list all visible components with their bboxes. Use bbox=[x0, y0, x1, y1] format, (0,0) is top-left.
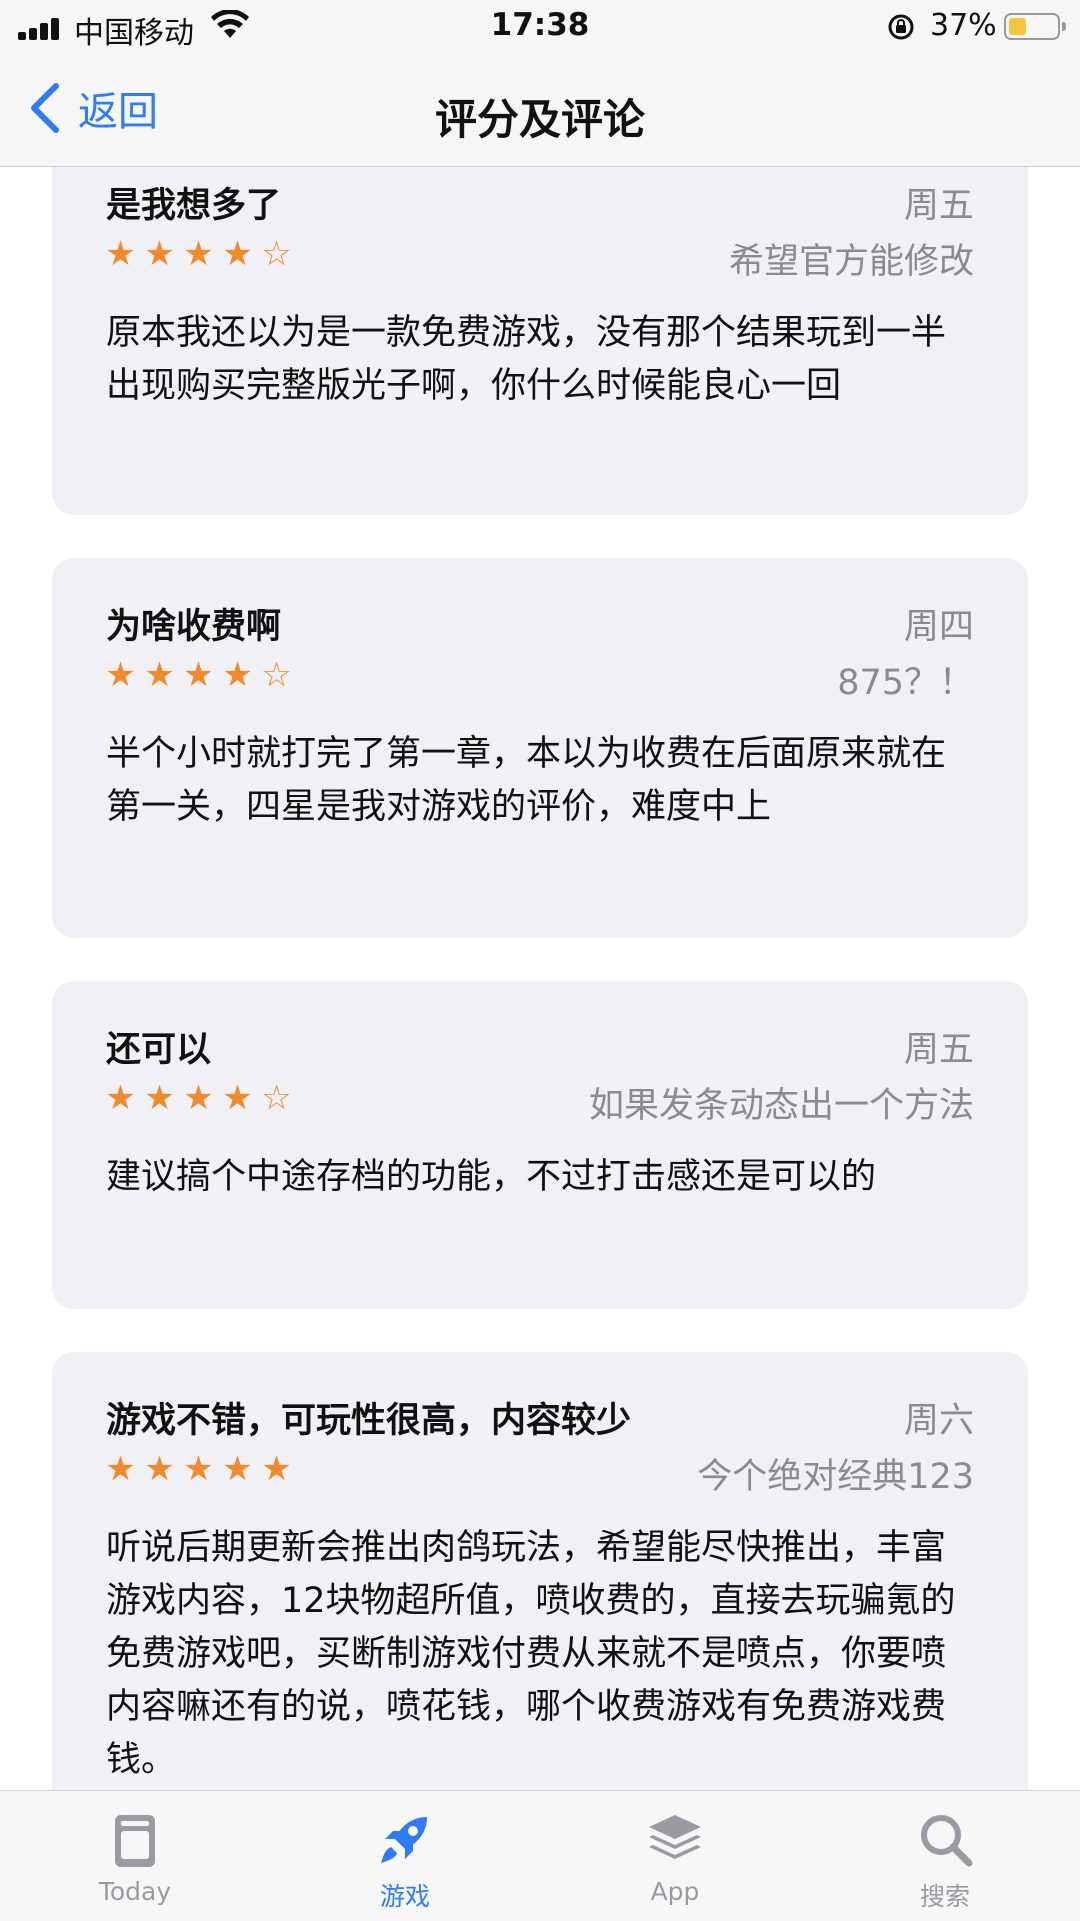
search-icon bbox=[921, 1815, 973, 1867]
star-filled-icon: ★ bbox=[183, 1449, 214, 1489]
star-filled-icon: ★ bbox=[183, 1078, 214, 1118]
tab-search[interactable]: 搜索 bbox=[810, 1791, 1080, 1921]
star-filled-icon: ★ bbox=[261, 1449, 292, 1489]
review-title: 是我想多了 bbox=[106, 186, 282, 226]
star-empty-icon: ☆ bbox=[261, 234, 292, 274]
star-rating: ★ ★ ★ ★ ★ bbox=[102, 1452, 295, 1486]
rocket-icon bbox=[381, 1817, 427, 1863]
today-icon bbox=[115, 1815, 155, 1867]
star-filled-icon: ★ bbox=[105, 234, 136, 274]
star-filled-icon: ★ bbox=[222, 1078, 253, 1118]
review-body: 听说后期更新会推出肉鸽玩法，希望能尽快推出，丰富游戏内容，12块物超所值，喷收费… bbox=[106, 1528, 956, 1780]
review-author: 如果发条动态出一个方法 bbox=[588, 1086, 974, 1126]
rotation-lock-icon bbox=[888, 14, 914, 40]
battery-icon bbox=[1004, 13, 1066, 40]
star-rating: ★ ★ ★ ★ ☆ bbox=[102, 658, 295, 692]
star-filled-icon: ★ bbox=[144, 234, 175, 274]
star-filled-icon: ★ bbox=[105, 1449, 136, 1489]
review-body: 建议搞个中途存档的功能，不过打击感还是可以的 bbox=[106, 1157, 877, 1197]
star-filled-icon: ★ bbox=[144, 655, 175, 695]
reviews-list[interactable]: 是我想多了 周五 ★ ★ ★ ★ ☆ 希望官方能修改 原本我还以为是一款免费游戏，没有那… bbox=[0, 167, 1080, 1790]
page-title: 评分及评论 bbox=[434, 95, 645, 144]
app-stack-icon bbox=[649, 1815, 701, 1859]
review-author: 875？！ bbox=[837, 663, 974, 703]
star-filled-icon: ★ bbox=[222, 234, 253, 274]
star-filled-icon: ★ bbox=[105, 655, 136, 695]
star-filled-icon: ★ bbox=[183, 655, 214, 695]
tab-games[interactable]: 游戏 bbox=[270, 1791, 540, 1921]
star-filled-icon: ★ bbox=[183, 234, 214, 274]
star-filled-icon: ★ bbox=[222, 655, 253, 695]
review-card[interactable]: 游戏不错，可玩性很高，内容较少 周六 ★ ★ ★ ★ ★ 今个绝对经典123 听说后期更… bbox=[52, 1352, 1028, 1790]
review-title: 还可以 bbox=[106, 1030, 212, 1070]
status-bar: 中国移动 17:38 37% bbox=[0, 0, 1080, 56]
review-date: 周五 bbox=[903, 1030, 974, 1070]
tab-label: 搜索 bbox=[919, 1882, 970, 1911]
star-empty-icon: ☆ bbox=[261, 1078, 292, 1118]
review-body: 半个小时就打完了第一章，本以为收费在后面原来就在第一关，四星是我对游戏的评价，难… bbox=[106, 734, 947, 827]
star-rating: ★ ★ ★ ★ ☆ bbox=[102, 1081, 295, 1115]
tab-label: 游戏 bbox=[379, 1882, 430, 1911]
tab-bar: Today 游戏 App 搜索 bbox=[0, 1790, 1080, 1921]
review-date: 周五 bbox=[903, 186, 974, 226]
clock: 17:38 bbox=[490, 7, 590, 43]
review-date: 周四 bbox=[903, 607, 974, 647]
review-date: 周六 bbox=[903, 1401, 974, 1441]
star-rating: ★ ★ ★ ★ ☆ bbox=[102, 237, 295, 271]
star-filled-icon: ★ bbox=[105, 1078, 136, 1118]
battery-percent: 37% bbox=[930, 8, 997, 43]
star-filled-icon: ★ bbox=[144, 1449, 175, 1489]
review-title: 游戏不错，可玩性很高，内容较少 bbox=[106, 1401, 632, 1441]
navigation-bar: 返回 评分及评论 bbox=[0, 56, 1080, 167]
star-filled-icon: ★ bbox=[222, 1449, 253, 1489]
review-title: 为啥收费啊 bbox=[106, 607, 282, 647]
review-card[interactable]: 为啥收费啊 周四 ★ ★ ★ ★ ☆ 875？！ 半个小时就打完了第一章，本以为收费在后… bbox=[52, 558, 1028, 938]
review-body: 原本我还以为是一款免费游戏，没有那个结果玩到一半出现购买完整版光子啊，你什么时候… bbox=[106, 313, 947, 406]
review-card[interactable]: 还可以 周五 ★ ★ ★ ★ ☆ 如果发条动态出一个方法 建议搞个中途存档的功能，不过打… bbox=[52, 981, 1028, 1309]
star-empty-icon: ☆ bbox=[261, 655, 292, 695]
tab-today[interactable]: Today bbox=[0, 1791, 270, 1921]
tab-label: Today bbox=[98, 1877, 172, 1906]
tab-label: App bbox=[650, 1877, 700, 1906]
tab-apps[interactable]: App bbox=[540, 1791, 810, 1921]
review-author: 希望官方能修改 bbox=[728, 242, 974, 282]
review-author: 今个绝对经典123 bbox=[697, 1457, 974, 1497]
star-filled-icon: ★ bbox=[144, 1078, 175, 1118]
review-card[interactable]: 是我想多了 周五 ★ ★ ★ ★ ☆ 希望官方能修改 原本我还以为是一款免费游戏，没有那… bbox=[52, 167, 1028, 515]
